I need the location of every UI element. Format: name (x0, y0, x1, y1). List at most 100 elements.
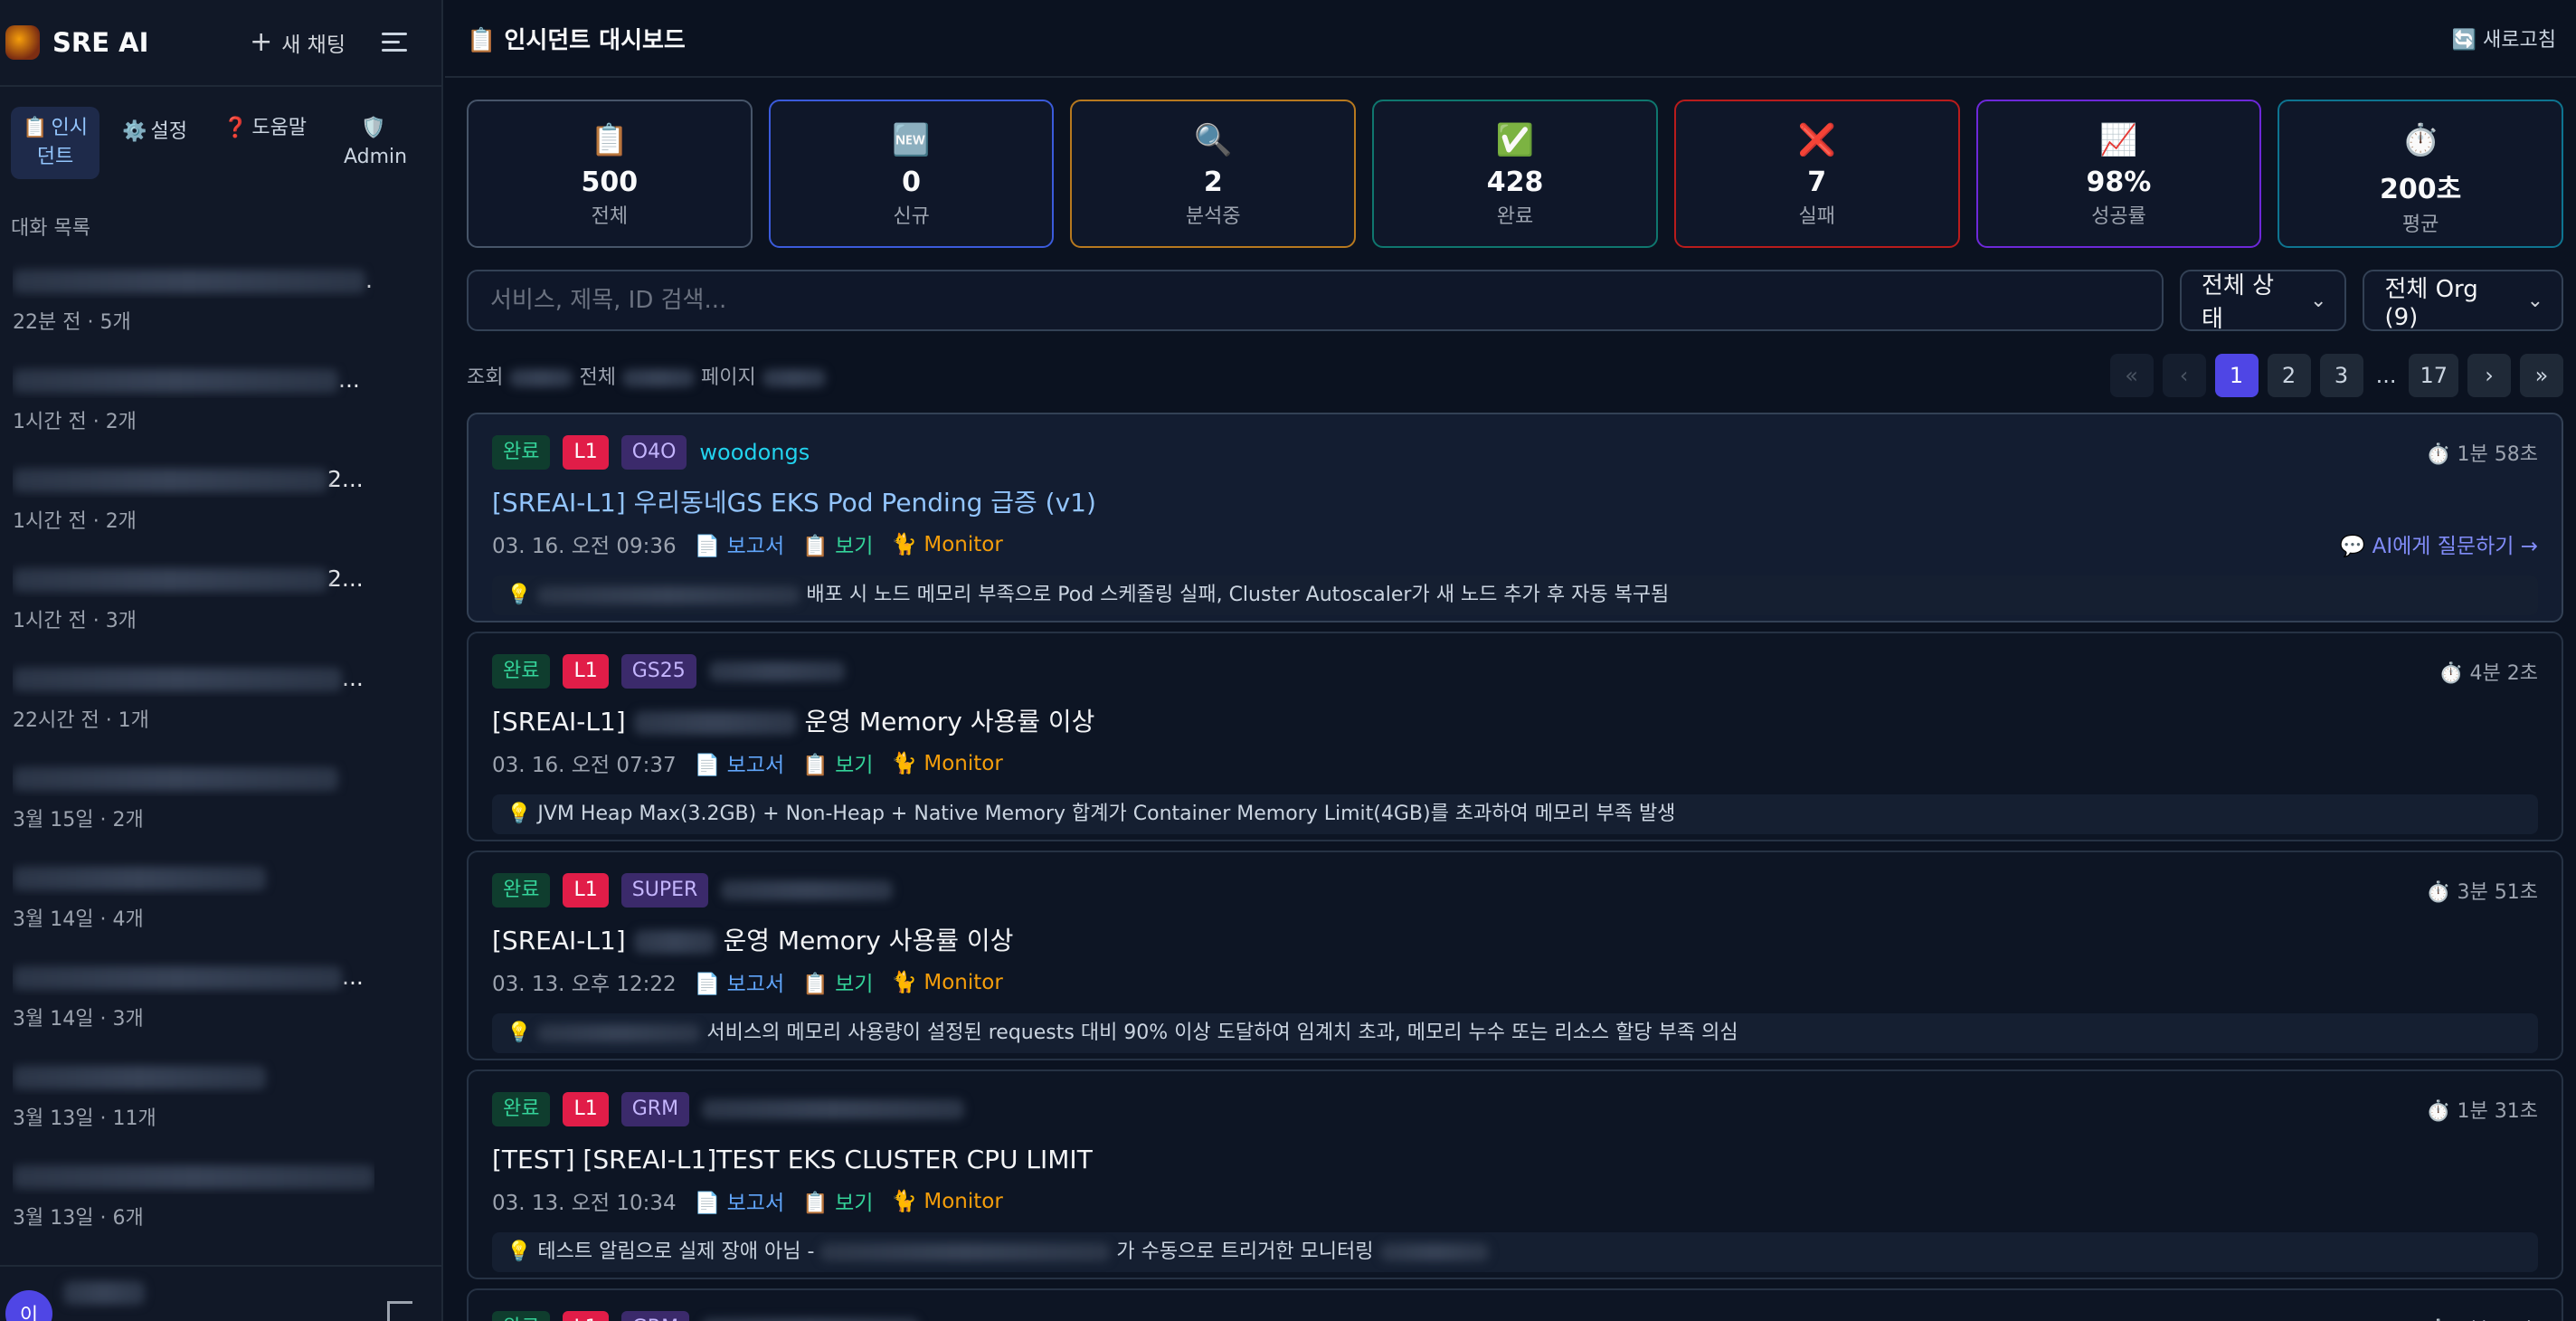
conversation-section-title: 대화 목록 (11, 217, 90, 240)
user-name (63, 1281, 145, 1305)
monitor-link[interactable]: 🐈 Monitor (891, 532, 1002, 556)
conversation-meta: 1시간 전 · 2개 (13, 411, 137, 433)
search-input[interactable] (467, 270, 2164, 331)
avatar[interactable]: 이 (5, 1290, 52, 1321)
gear-icon: ⚙️ (122, 120, 147, 143)
plus-icon: + (250, 26, 273, 58)
duration: ⏱️ 1분 58초 (2426, 443, 2538, 466)
incident-card[interactable]: 완료 L1 GRM ⏱️ 1분 31초 [TEST] [SREAI-L1]TES… (467, 1069, 2563, 1279)
page-button[interactable]: 2 (2267, 354, 2311, 397)
prev-page-button[interactable]: ‹ (2162, 354, 2206, 397)
status-select[interactable]: 전체 상태 ⌄ (2180, 270, 2347, 333)
view-link[interactable]: 📋 보기 (802, 747, 873, 778)
sidebar-header: SRE AI + 새 채팅 (0, 0, 441, 87)
owner-name: woodongs (699, 440, 810, 465)
conversation-title (13, 1158, 374, 1194)
incident-title[interactable]: [SREAI-L1] 우리동네GS EKS Pod Pending 급증 (v1… (492, 485, 2538, 521)
new-chat-button[interactable]: + 새 채팅 (250, 27, 346, 58)
ask-ai-link[interactable]: 💬 AI에게 질문하기 → (2340, 528, 2538, 559)
nav-label: Admin (343, 146, 408, 168)
conversation-title: .. (13, 262, 374, 299)
first-page-button[interactable]: « (2109, 354, 2154, 397)
view-link[interactable]: 📋 보기 (802, 528, 873, 559)
conversation-meta: 3월 14일 · 4개 (13, 908, 144, 931)
monitor-link[interactable]: 🐈 Monitor (891, 751, 1002, 775)
sidebar-footer: 이 (0, 1265, 443, 1321)
conversation-title: ... (13, 362, 374, 398)
nav-label: 설정 (150, 120, 187, 143)
stat-total[interactable]: 📋 500 전체 (467, 100, 753, 248)
org-select-value: 전체 Org (9) (2384, 275, 2478, 331)
stat-analyzing[interactable]: 🔍 2 분석중 (1070, 100, 1357, 248)
collapse-sidebar-icon[interactable] (382, 33, 407, 52)
conversation-item[interactable]: ... 3월 14일 · 3개 (13, 954, 441, 1053)
logout-icon[interactable] (387, 1301, 412, 1321)
org-badge: SUPER (620, 873, 709, 908)
stat-new[interactable]: 🆕 0 신규 (768, 100, 1055, 248)
incident-card[interactable]: 완료 L1 GRM ⏱️ 1분 47초 (467, 1288, 2563, 1321)
stat-value: 7 (1807, 166, 1827, 198)
conversation-item[interactable]: 2... 1시간 전 · 3개 (13, 556, 441, 655)
incident-card[interactable]: 완료 L1 GS25 ⏱️ 4분 2초 [SREAI-L1] 운영 Memory… (467, 632, 2563, 841)
list-toolbar: 조회 전체 페이지 « ‹ 1 2 3 ... 17 › » (445, 331, 2576, 400)
nav-help[interactable]: ❓ 도움말 (210, 107, 320, 150)
incident-title[interactable]: [SREAI-L1] 운영 Memory 사용률 이상 (492, 704, 2538, 740)
monitor-link[interactable]: 🐈 Monitor (891, 1189, 1002, 1213)
page-button[interactable]: 1 (2214, 354, 2259, 397)
incident-summary: 💡 배포 시 노드 메모리 부족으로 Pod 스케줄링 실패, Cluster … (492, 575, 2538, 615)
view-link[interactable]: 📋 보기 (802, 1185, 873, 1216)
check-icon: ✅ (1495, 122, 1535, 158)
conversation-item[interactable]: 3월 15일 · 2개 (13, 755, 441, 854)
incident-card[interactable]: 완료 L1 O4O woodongs ⏱️ 1분 58초 [SREAI-L1] … (467, 413, 2563, 622)
report-link[interactable]: 📄 보고서 (695, 966, 784, 997)
level-badge: L1 (563, 1092, 609, 1126)
org-select[interactable]: 전체 Org (9) ⌄ (2363, 270, 2563, 331)
stat-done[interactable]: ✅ 428 완료 (1372, 100, 1658, 248)
conversation-item[interactable]: 3월 13일 · 11개 (13, 1053, 441, 1153)
conversation-item[interactable]: .. 22분 전 · 5개 (13, 257, 441, 356)
next-page-button[interactable]: › (2467, 354, 2511, 397)
conversation-item[interactable]: ... 1시간 전 · 2개 (13, 356, 441, 456)
status-badge: 완료 (492, 654, 551, 689)
new-icon: 🆕 (892, 122, 931, 158)
view-link[interactable]: 📋 보기 (802, 966, 873, 997)
pagination: « ‹ 1 2 3 ... 17 › » (2109, 354, 2563, 397)
refresh-button[interactable]: 🔄 새로고침 (2452, 24, 2556, 52)
page-button[interactable]: 17 (2409, 354, 2458, 397)
conversation-item[interactable]: ... 22시간 전 · 1개 (13, 655, 441, 755)
stat-average[interactable]: ⏱️ 200초 평균 (2278, 100, 2564, 248)
incident-title[interactable]: [SREAI-L1] 운영 Memory 사용률 이상 (492, 923, 2538, 959)
conversation-item[interactable]: 2... 1시간 전 · 2개 (13, 456, 441, 556)
conversation-meta: 3월 13일 · 11개 (13, 1107, 156, 1130)
level-badge: L1 (563, 873, 609, 908)
sidebar: SRE AI + 새 채팅 📋 인시던트 ⚙️ 설정 ❓ 도움말 🛡️ Admin 대화… (0, 0, 443, 1321)
conversation-item[interactable]: 3월 14일 · 4개 (13, 854, 441, 954)
chart-up-icon: 📈 (2099, 122, 2138, 158)
stat-failed[interactable]: ❌ 7 실패 (1673, 100, 1960, 248)
conversation-title (13, 860, 374, 896)
duration: ⏱️ 4분 2초 (2439, 662, 2538, 685)
status-select-value: 전체 상태 (2202, 272, 2275, 333)
level-badge: L1 (563, 1311, 609, 1321)
nav-label: 도움말 (251, 117, 308, 139)
owner-name (721, 880, 894, 900)
last-page-button[interactable]: » (2520, 354, 2563, 397)
conversation-item[interactable]: 3월 13일 · 6개 (13, 1153, 441, 1252)
incident-date: 03. 16. 오전 07:37 (492, 754, 677, 777)
incident-card[interactable]: 완료 L1 SUPER ⏱️ 3분 51초 [SREAI-L1] 운영 Memo… (467, 851, 2563, 1060)
new-chat-label: 새 채팅 (281, 33, 346, 57)
lightbulb-icon: 💡 (507, 584, 532, 606)
incident-title[interactable]: [TEST] [SREAI-L1]TEST EKS CLUSTER CPU LI… (492, 1142, 2538, 1178)
report-link[interactable]: 📄 보고서 (695, 528, 784, 559)
stat-success-rate[interactable]: 📈 98% 성공률 (1975, 100, 2262, 248)
conversation-title: 2... (13, 561, 374, 597)
monitor-link[interactable]: 🐈 Monitor (891, 970, 1002, 994)
nav-incidents[interactable]: 📋 인시던트 (11, 107, 99, 179)
nav-admin[interactable]: 🛡️ Admin (320, 107, 431, 179)
page-ellipsis: ... (2375, 363, 2397, 388)
report-link[interactable]: 📄 보고서 (695, 747, 784, 778)
page-button[interactable]: 3 (2319, 354, 2363, 397)
nav-settings[interactable]: ⚙️ 설정 (99, 107, 210, 154)
duration: ⏱️ 1분 47초 (2426, 1314, 2538, 1321)
report-link[interactable]: 📄 보고서 (695, 1185, 784, 1216)
